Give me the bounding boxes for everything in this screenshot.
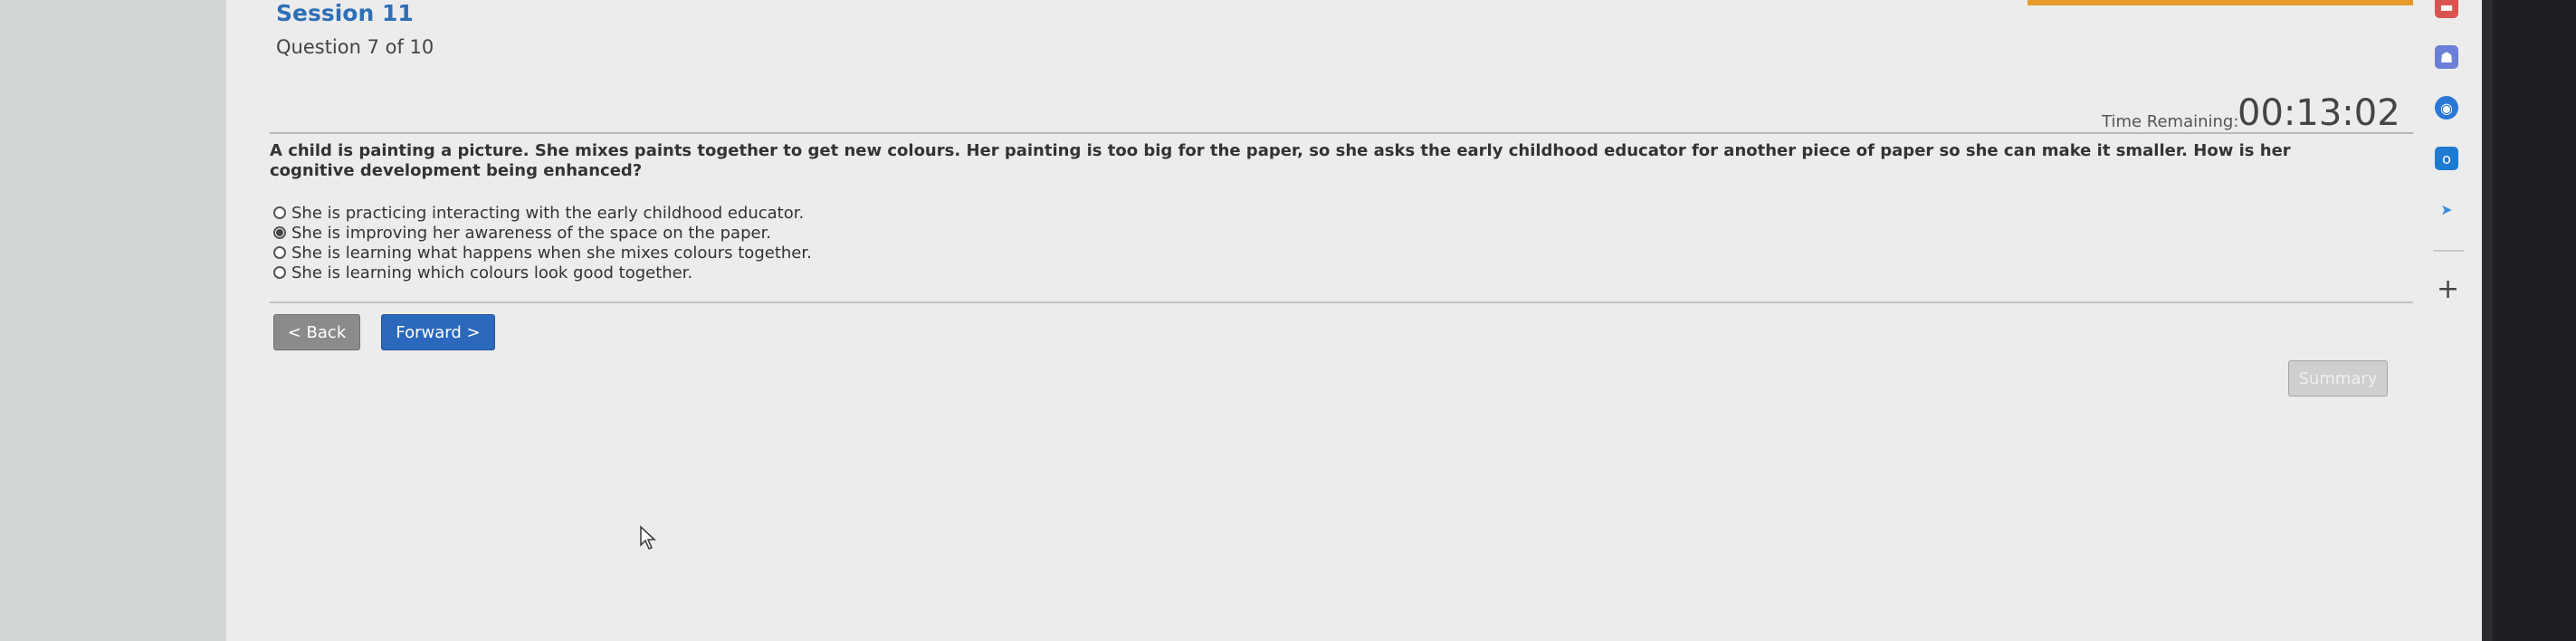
answer-option-label: She is improving her awareness of the sp… bbox=[291, 223, 772, 243]
send-icon[interactable]: ➤ bbox=[2435, 197, 2458, 221]
radio-button[interactable] bbox=[273, 246, 286, 259]
back-button[interactable]: < Back bbox=[273, 314, 360, 350]
browser-icon[interactable]: ◉ bbox=[2435, 96, 2458, 120]
answer-option[interactable]: She is learning which colours look good … bbox=[273, 263, 812, 282]
quiz-page: Session 11 Question 7 of 10 Time Remaini… bbox=[226, 0, 2576, 641]
question-counter: Question 7 of 10 bbox=[276, 36, 434, 58]
sidebar-divider bbox=[2433, 250, 2464, 252]
question-text: A child is painting a picture. She mixes… bbox=[270, 141, 2291, 180]
radio-button-selected[interactable] bbox=[273, 226, 286, 239]
app-icon-red[interactable]: ▬ bbox=[2435, 0, 2458, 18]
answer-options: She is practicing interacting with the e… bbox=[273, 203, 812, 282]
radio-button[interactable] bbox=[273, 206, 286, 219]
add-icon[interactable]: + bbox=[2437, 273, 2459, 305]
answer-option-label: She is learning what happens when she mi… bbox=[291, 243, 812, 263]
answer-option-label: She is practicing interacting with the e… bbox=[291, 203, 805, 223]
radio-button[interactable] bbox=[273, 266, 286, 279]
outlook-icon[interactable]: o bbox=[2435, 147, 2458, 170]
summary-button[interactable]: Summary bbox=[2288, 360, 2388, 397]
divider-top bbox=[270, 132, 2436, 134]
people-icon[interactable]: ☗ bbox=[2435, 45, 2458, 69]
bezel-edge bbox=[2482, 0, 2493, 641]
answer-option[interactable]: She is practicing interacting with the e… bbox=[273, 203, 812, 223]
timer-label: Time Remaining: bbox=[2102, 112, 2239, 131]
mouse-cursor-icon bbox=[640, 525, 657, 550]
forward-button[interactable]: Forward > bbox=[381, 314, 495, 350]
divider-bottom bbox=[270, 301, 2436, 303]
answer-option-label: She is learning which colours look good … bbox=[291, 263, 693, 282]
desktop-left-margin bbox=[0, 0, 226, 641]
timer-value: 00:13:02 bbox=[2237, 92, 2400, 134]
session-title: Session 11 bbox=[276, 0, 414, 26]
screen-bezel bbox=[2482, 0, 2576, 641]
answer-option[interactable]: She is improving her awareness of the sp… bbox=[273, 223, 812, 243]
answer-option[interactable]: She is learning what happens when she mi… bbox=[273, 243, 812, 263]
browser-sidebar: ▬ ☗ ◉ o ➤ + bbox=[2413, 0, 2482, 641]
